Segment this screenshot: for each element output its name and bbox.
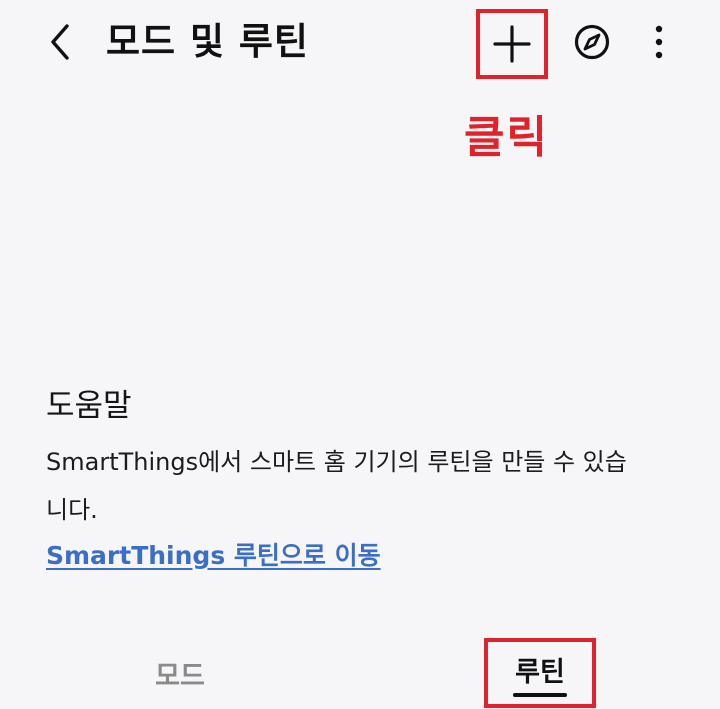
tab-routines-label: 루틴 <box>515 656 565 688</box>
more-options-button[interactable] <box>640 20 678 64</box>
tab-modes[interactable]: 모드 <box>130 645 230 701</box>
click-annotation-label: 클릭 <box>464 112 549 163</box>
back-button[interactable] <box>36 16 84 68</box>
tab-routines[interactable]: 루틴 <box>484 638 596 708</box>
smartthings-routines-link[interactable]: SmartThings 루틴으로 이동 <box>46 536 381 576</box>
more-vertical-icon <box>655 25 663 59</box>
help-section: 도움말 SmartThings에서 스마트 홈 기기의 루틴을 만들 수 있습니… <box>46 384 686 576</box>
help-description: SmartThings에서 스마트 홈 기기의 루틴을 만들 수 있습니다. <box>46 448 627 524</box>
tab-selected-indicator <box>513 692 567 697</box>
discover-button[interactable] <box>570 20 614 64</box>
plus-icon <box>493 25 531 63</box>
chevron-left-icon <box>51 24 69 60</box>
help-title: 도움말 <box>46 388 132 424</box>
tab-modes-label: 모드 <box>155 660 205 692</box>
compass-icon <box>574 24 610 60</box>
modes-and-routines-screen: 모드 및 루틴 클릭 도움말 SmartThings에서 스마트 홈 기기의 루… <box>0 0 720 709</box>
add-routine-button[interactable] <box>476 9 548 79</box>
page-title: 모드 및 루틴 <box>106 20 309 63</box>
